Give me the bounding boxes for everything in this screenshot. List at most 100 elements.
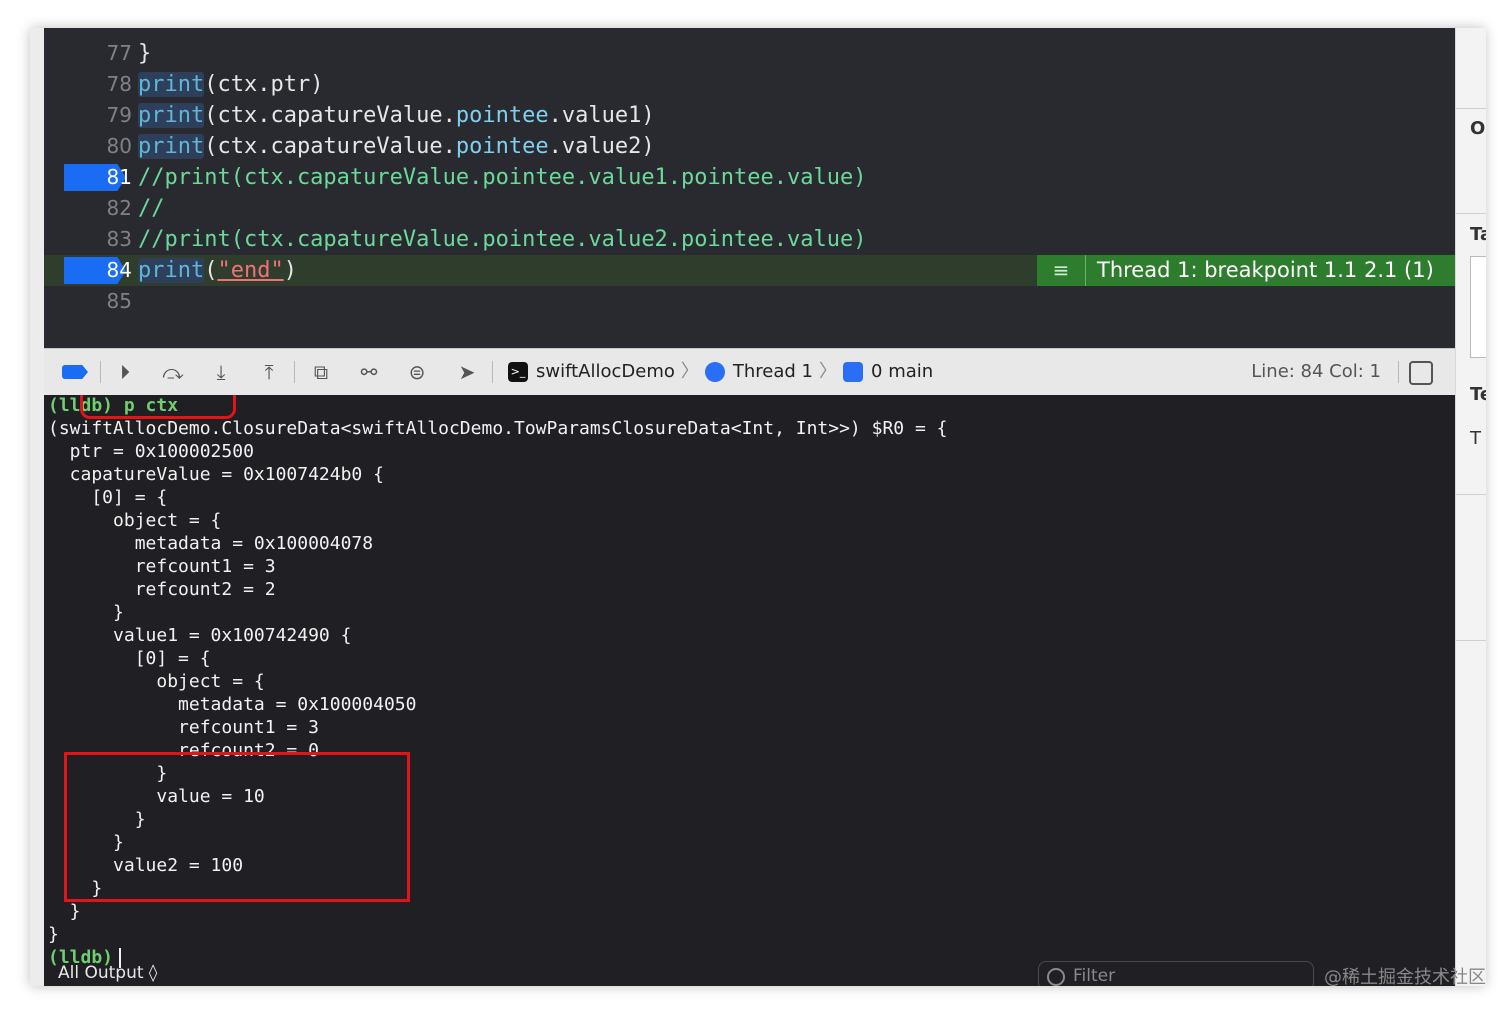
keyword-print: print (138, 258, 205, 283)
line-number[interactable]: 78 (62, 69, 132, 100)
crumb-thread[interactable]: Thread 1 (733, 361, 813, 382)
console-line: [0] = { (48, 648, 211, 669)
inspector-heading: O (1470, 118, 1486, 139)
code-text: print("end") (138, 255, 297, 286)
console-line: object = { (48, 510, 222, 531)
line-number[interactable]: 83 (62, 224, 132, 255)
console-line: (swiftAllocDemo.ClosureData<swiftAllocDe… (48, 418, 948, 439)
memory-graph-icon[interactable]: ⚯ (356, 349, 382, 395)
thread-breakpoint-badge[interactable]: ≡ Thread 1: breakpoint 1.1 2.1 (1) (1037, 255, 1455, 286)
code-line-85[interactable]: 85 (44, 286, 1455, 317)
divider (294, 361, 295, 383)
code-text: } (138, 41, 152, 66)
view-hierarchy-icon[interactable]: ⧉ (308, 349, 334, 395)
inspector-heading: Ta (1470, 224, 1486, 245)
line-number[interactable]: 84 (62, 255, 132, 286)
line-number[interactable]: 77 (62, 38, 132, 69)
code-line-83[interactable]: 83 //print(ctx.capatureValue.pointee.val… (44, 224, 1455, 255)
frame-user-icon (843, 362, 864, 382)
code-part: ) (283, 258, 297, 283)
code-args: (ctx.ptr) (204, 72, 324, 97)
divider (492, 361, 493, 383)
inspector-panel: O Ta Te T (1455, 28, 1486, 986)
console-line: } (48, 924, 59, 945)
console-line: metadata = 0x100004050 (48, 694, 417, 715)
code-line-78[interactable]: 78 print(ctx.ptr) (44, 69, 1455, 100)
filter-icon (1047, 968, 1065, 986)
jump-bar[interactable]: >_ swiftAllocDemo 〉 Thread 1 〉 0 main (508, 349, 933, 395)
divider (100, 361, 101, 383)
code-comment: // (138, 196, 165, 221)
line-number[interactable]: 82 (62, 193, 132, 224)
code-part: ( (204, 258, 218, 283)
console-line: metadata = 0x100004078 (48, 533, 374, 554)
line-number[interactable]: 81 (62, 162, 132, 193)
line-number[interactable]: 80 (62, 131, 132, 162)
terminal-icon: >_ (508, 362, 528, 382)
console-line: object = { (48, 671, 265, 692)
keyword-print: print (138, 72, 205, 97)
code-text: print(ctx.ptr) (138, 69, 323, 100)
toggle-panel-icon[interactable] (1409, 361, 1433, 385)
source-editor[interactable]: 77 } 78 print(ctx.ptr) 79 print(ctx.capa… (44, 28, 1455, 348)
watermark: @稀土掘金技术社区 (1324, 967, 1486, 988)
code-part: (ctx.capatureValue. (204, 134, 456, 159)
annotation-highlight-command (80, 395, 236, 419)
keyword-print: print (138, 103, 205, 128)
lldb-console[interactable]: (lldb) p ctx (swiftAllocDemo.ClosureData… (44, 395, 1455, 986)
line-number[interactable]: 85 (62, 286, 132, 317)
code-line-80[interactable]: 80 print(ctx.capatureValue.pointee.value… (44, 131, 1455, 162)
console-line: refcount1 = 3 (48, 717, 319, 738)
output-selector[interactable]: All Output ◊ (58, 963, 157, 983)
code-text: print(ctx.capatureValue.pointee.value1) (138, 100, 655, 131)
code-line-84-current[interactable]: 84 print("end") ≡ Thread 1: breakpoint 1… (44, 255, 1455, 286)
continue-icon[interactable]: ⏵ (112, 349, 138, 395)
console-line: [0] = { (48, 487, 168, 508)
divider (1456, 213, 1486, 214)
code-part: .value2) (548, 134, 655, 159)
code-comment: //print(ctx.capatureValue.pointee.value1… (138, 165, 867, 190)
console-line: refcount1 = 3 (48, 556, 276, 577)
debug-bar: ⏵ ⤼ ⤓ ⤒ ⧉ ⚯ ⊜ ➤ >_ swiftAllocDemo 〉 Thread … (44, 348, 1455, 396)
code-part: .value1) (548, 103, 655, 128)
console-bottom-bar: All Output ◊ Filter (44, 961, 1455, 986)
console-line: } (48, 901, 81, 922)
line-number[interactable]: 79 (62, 100, 132, 131)
divider (1456, 108, 1486, 109)
code-line-82[interactable]: 82 // (44, 193, 1455, 224)
code-property: pointee (455, 134, 549, 159)
hamburger-icon[interactable]: ≡ (1037, 255, 1086, 286)
code-line-81[interactable]: 81 //print(ctx.capatureValue.pointee.val… (44, 162, 1455, 193)
breakpoints-toggle-icon[interactable] (62, 365, 88, 379)
string-literal: "end" (217, 258, 284, 283)
step-over-icon[interactable]: ⤼ (160, 349, 186, 395)
environment-overrides-icon[interactable]: ⊜ (404, 349, 430, 395)
code-part: (ctx.capatureValue. (204, 103, 456, 128)
inspector-text-area[interactable] (1470, 256, 1486, 358)
code-property: pointee (455, 103, 549, 128)
xcode-window: 77 } 78 print(ctx.ptr) 79 print(ctx.capa… (30, 28, 1485, 986)
console-line: } (48, 602, 124, 623)
filter-placeholder: Filter (1073, 966, 1116, 986)
thread-badge-label: Thread 1: breakpoint 1.1 2.1 (1) (1097, 258, 1434, 282)
crumb-frame[interactable]: 0 main (871, 361, 933, 382)
filter-field[interactable]: Filter (1038, 961, 1314, 986)
step-into-icon[interactable]: ⤓ (208, 349, 234, 395)
code-line-79[interactable]: 79 print(ctx.capatureValue.pointee.value… (44, 100, 1455, 131)
code-line-77[interactable]: 77 } (44, 38, 1455, 69)
thread-icon (704, 362, 725, 382)
inspector-value: T (1470, 428, 1481, 449)
annotation-highlight-values (64, 752, 410, 902)
inspector-heading: Te (1470, 384, 1486, 405)
window-left-edge (30, 28, 44, 986)
divider (1456, 494, 1486, 495)
console-line: ptr = 0x100002500 (48, 441, 254, 462)
divider (1456, 640, 1486, 641)
console-line: capatureValue = 0x1007424b0 { (48, 464, 384, 485)
step-out-icon[interactable]: ⤒ (256, 349, 282, 395)
simulate-location-icon[interactable]: ➤ (454, 349, 480, 395)
line-col-indicator: Line: 84 Col: 1 (1251, 361, 1381, 382)
console-line: refcount2 = 2 (48, 579, 276, 600)
chevron-right-icon: 〉 (680, 361, 699, 382)
crumb-app[interactable]: swiftAllocDemo (536, 361, 675, 382)
